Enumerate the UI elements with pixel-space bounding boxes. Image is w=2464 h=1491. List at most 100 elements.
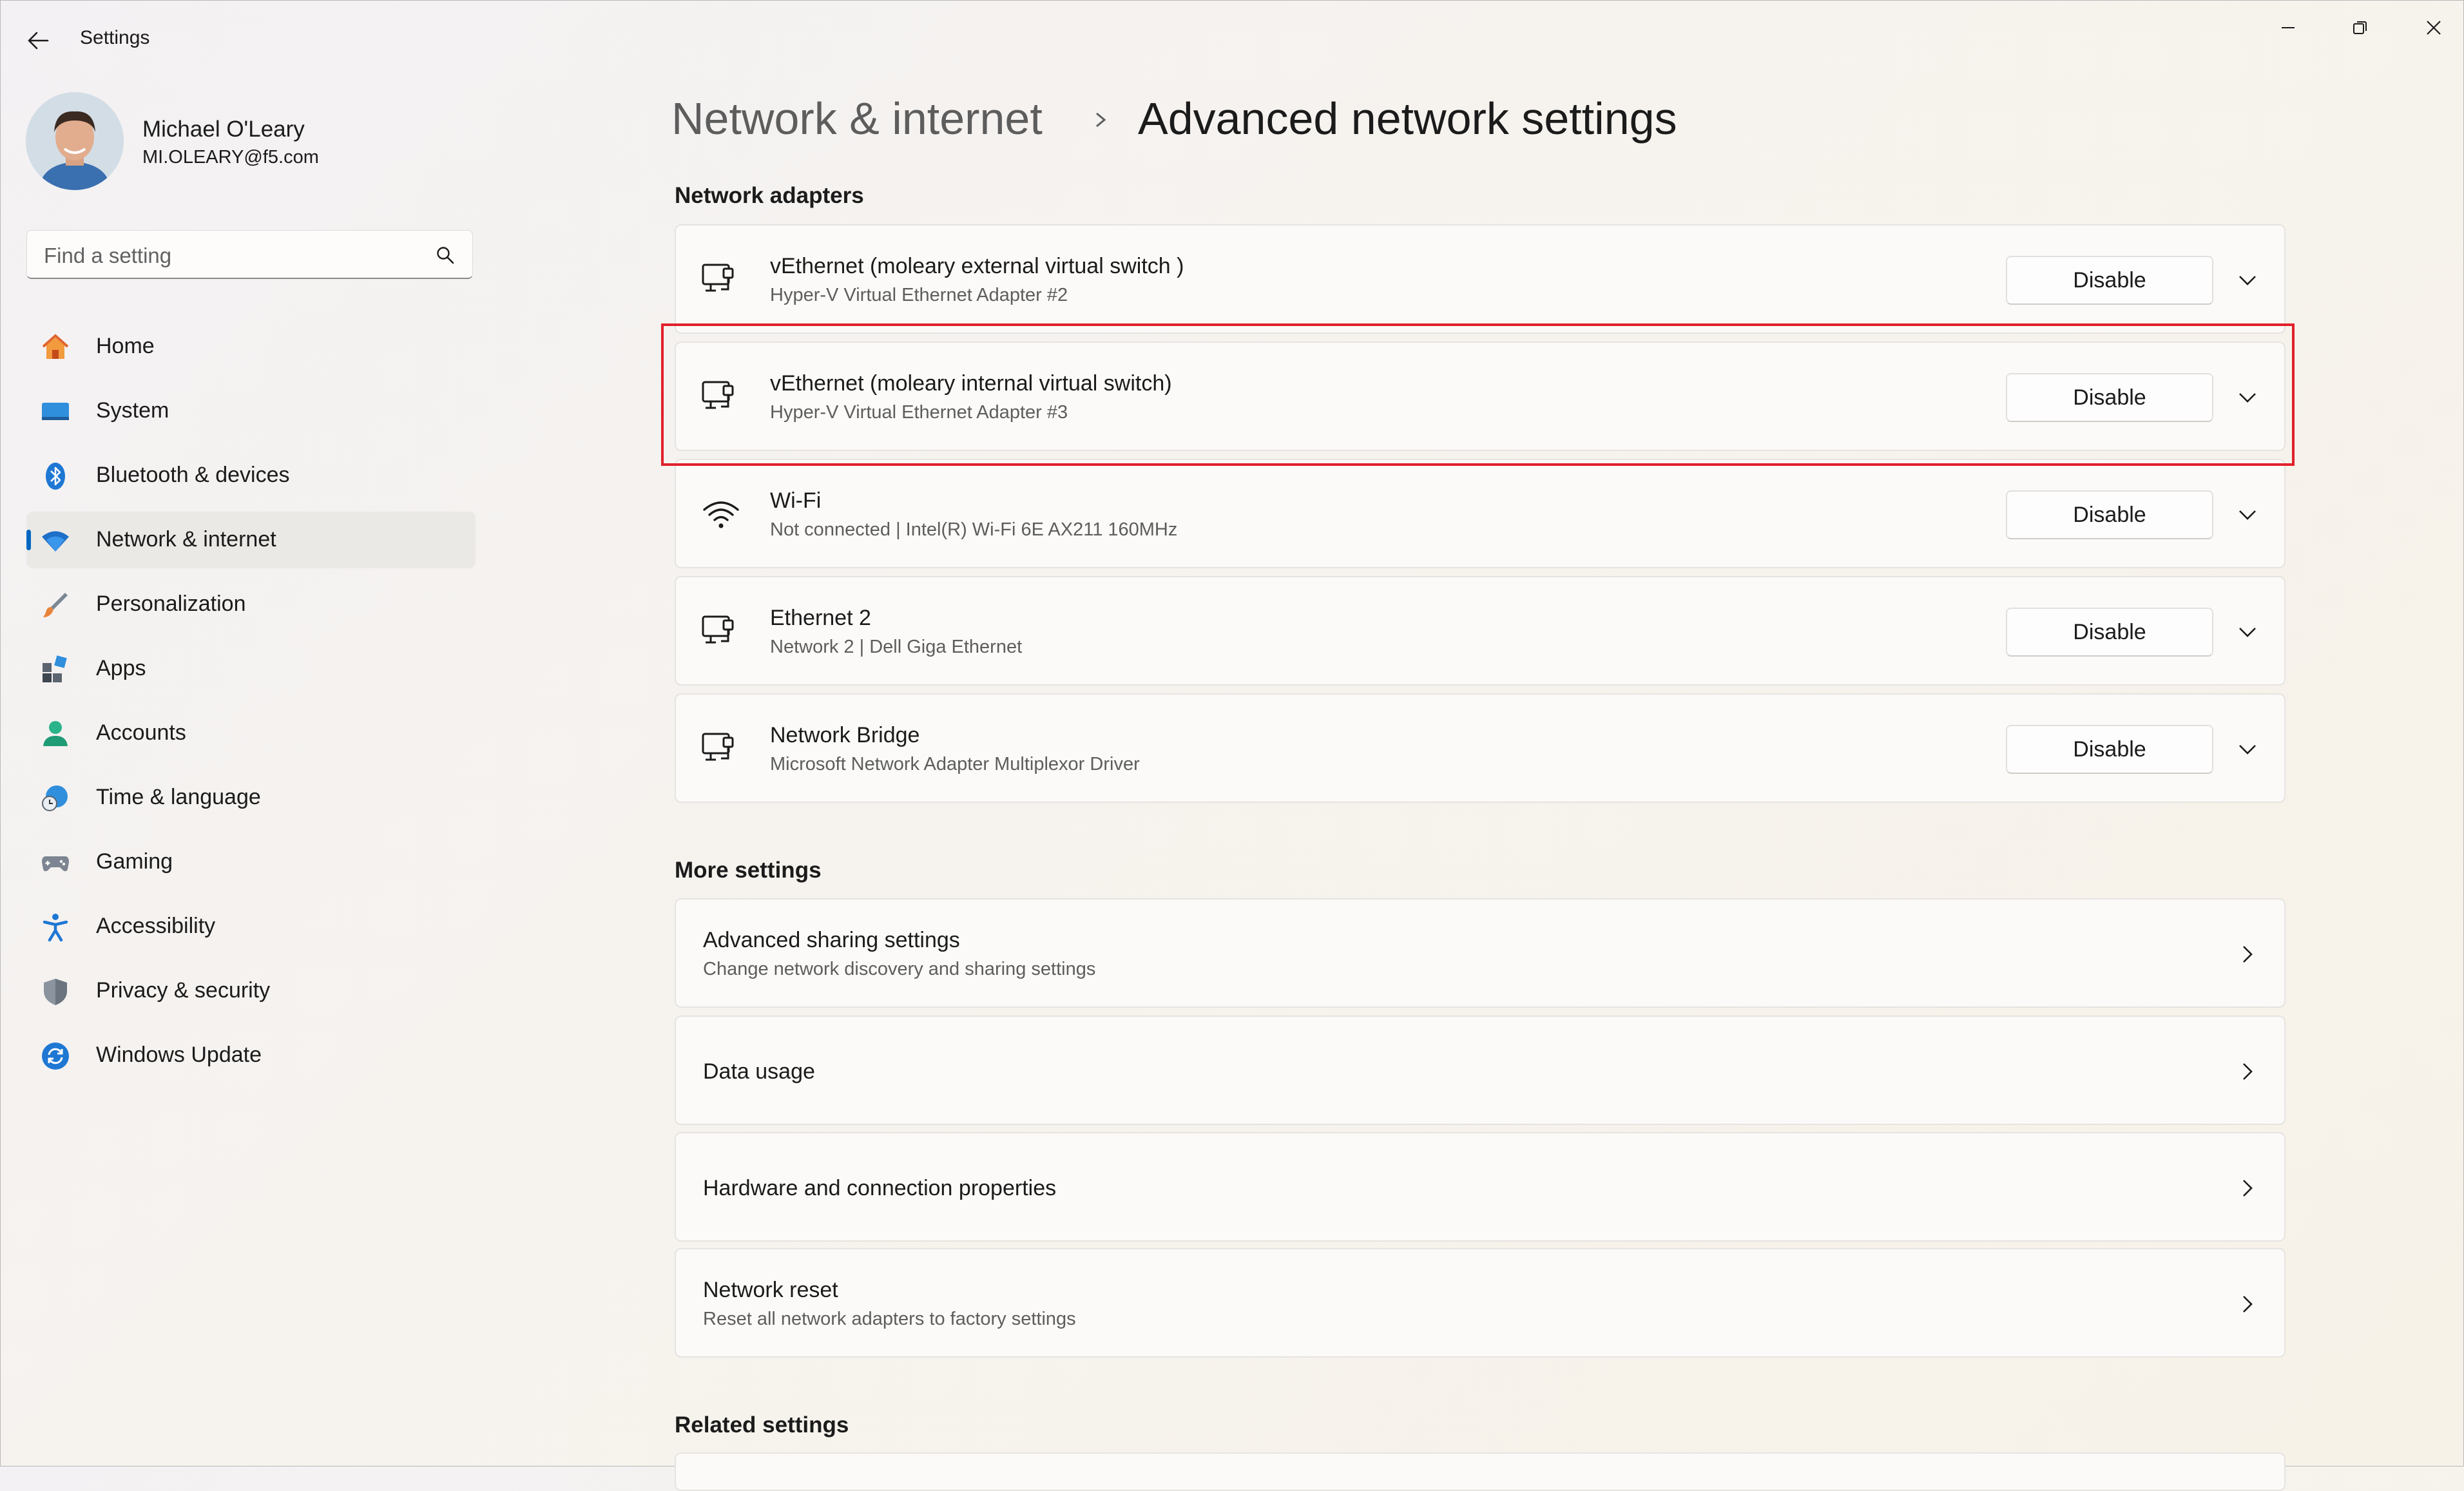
adapter-card[interactable]: Ethernet 2 Network 2 | Dell Giga Etherne… xyxy=(675,576,2286,686)
setting-hardware-properties[interactable]: Hardware and connection properties xyxy=(675,1132,2286,1242)
chevron-right-icon xyxy=(2243,1063,2253,1080)
section-title-more-settings: More settings xyxy=(675,858,822,883)
setting-title: Advanced sharing settings xyxy=(703,928,960,952)
apps-icon xyxy=(41,655,70,684)
related-settings-card[interactable] xyxy=(675,1452,2286,1491)
expand-button[interactable] xyxy=(2230,732,2265,767)
adapter-name: vEthernet (moleary external virtual swit… xyxy=(770,254,1184,278)
close-button[interactable] xyxy=(2405,10,2463,45)
back-button[interactable] xyxy=(21,23,55,58)
adapter-description: Not connected | Intel(R) Wi-Fi 6E AX211 … xyxy=(770,519,1178,540)
app-title: Settings xyxy=(80,27,150,48)
sidebar-item-apps[interactable]: Apps xyxy=(26,640,476,697)
disable-button[interactable]: Disable xyxy=(2006,373,2213,422)
restore-icon xyxy=(2353,21,2367,34)
navigate-button[interactable] xyxy=(2231,1055,2264,1088)
sidebar-item-label: Accounts xyxy=(96,720,186,745)
sidebar-item-windows-update[interactable]: Windows Update xyxy=(26,1027,476,1084)
back-arrow-icon xyxy=(28,32,49,50)
gamepad-icon xyxy=(41,848,70,878)
title-bar: Settings xyxy=(0,0,2464,77)
globe-clock-icon xyxy=(41,784,70,813)
disable-button[interactable]: Disable xyxy=(2006,490,2213,539)
expand-button[interactable] xyxy=(2230,497,2265,532)
adapter-description: Network 2 | Dell Giga Ethernet xyxy=(770,637,1023,657)
adapter-name: Ethernet 2 xyxy=(770,606,871,630)
sidebar-item-network[interactable]: Network & internet xyxy=(26,512,476,568)
adapter-card[interactable]: Wi-Fi Not connected | Intel(R) Wi-Fi 6E … xyxy=(675,459,2286,568)
sidebar-item-label: Personalization xyxy=(96,592,246,616)
sidebar-item-privacy-security[interactable]: Privacy & security xyxy=(26,963,476,1019)
adapter-name: vEthernet (moleary internal virtual swit… xyxy=(770,371,1172,396)
navigate-button[interactable] xyxy=(2231,1288,2264,1320)
restore-button[interactable] xyxy=(2331,10,2389,45)
adapter-name: Wi-Fi xyxy=(770,488,822,513)
adapter-name: Network Bridge xyxy=(770,723,920,747)
sidebar-item-bluetooth[interactable]: Bluetooth & devices xyxy=(26,447,476,504)
sidebar-item-label: Windows Update xyxy=(96,1043,262,1067)
navigate-button[interactable] xyxy=(2231,1172,2264,1204)
chevron-down-icon xyxy=(2239,745,2256,755)
chevron-down-icon xyxy=(2239,393,2256,403)
brush-icon xyxy=(41,590,70,620)
adapter-description: Microsoft Network Adapter Multiplexor Dr… xyxy=(770,754,1140,774)
avatar[interactable] xyxy=(26,92,124,190)
sidebar-item-accounts[interactable]: Accounts xyxy=(26,705,476,762)
setting-data-usage[interactable]: Data usage xyxy=(675,1015,2286,1125)
sidebar-item-label: Home xyxy=(96,334,155,358)
minimize-icon xyxy=(2282,27,2295,28)
chevron-right-icon xyxy=(2243,1180,2253,1197)
sidebar-item-label: System xyxy=(96,398,169,423)
sidebar-item-gaming[interactable]: Gaming xyxy=(26,834,476,890)
section-title-related-settings: Related settings xyxy=(675,1412,849,1438)
chevron-right-icon xyxy=(1096,112,1106,128)
sidebar-item-label: Bluetooth & devices xyxy=(96,463,290,487)
adapter-card[interactable]: vEthernet (moleary internal virtual swit… xyxy=(675,341,2286,451)
wifi-icon xyxy=(703,501,739,528)
sidebar-item-label: Time & language xyxy=(96,785,261,809)
ethernet-adapter-icon xyxy=(702,733,734,761)
expand-button[interactable] xyxy=(2230,380,2265,415)
sidebar-item-home[interactable]: Home xyxy=(26,318,476,375)
setting-network-reset[interactable]: Network reset Reset all network adapters… xyxy=(675,1248,2286,1358)
close-icon xyxy=(2427,21,2441,35)
setting-title: Hardware and connection properties xyxy=(703,1176,1057,1200)
sidebar-item-label: Accessibility xyxy=(96,914,216,938)
expand-button[interactable] xyxy=(2230,615,2265,649)
system-icon xyxy=(41,397,70,427)
ethernet-adapter-icon xyxy=(702,381,734,409)
adapter-card[interactable]: Network Bridge Microsoft Network Adapter… xyxy=(675,693,2286,803)
user-photo xyxy=(26,92,124,190)
minimize-button[interactable] xyxy=(2259,10,2317,45)
ethernet-adapter-icon xyxy=(702,264,734,292)
adapter-card[interactable]: vEthernet (moleary external virtual swit… xyxy=(675,224,2286,334)
sidebar-item-accessibility[interactable]: Accessibility xyxy=(26,898,476,955)
navigate-button[interactable] xyxy=(2231,938,2264,970)
sidebar-item-label: Apps xyxy=(96,656,146,680)
section-title-adapters: Network adapters xyxy=(675,183,864,208)
disable-button[interactable]: Disable xyxy=(2006,256,2213,305)
page-title: Advanced network settings xyxy=(1138,93,1677,144)
sidebar-item-personalization[interactable]: Personalization xyxy=(26,576,476,633)
accessibility-icon xyxy=(41,912,70,942)
search-icon[interactable] xyxy=(435,245,456,265)
search-input[interactable]: Find a setting xyxy=(26,230,473,279)
update-icon xyxy=(41,1041,70,1071)
breadcrumb-parent[interactable]: Network & internet xyxy=(671,93,1043,144)
disable-button[interactable]: Disable xyxy=(2006,608,2213,657)
search-placeholder: Find a setting xyxy=(44,244,172,267)
sidebar-item-system[interactable]: System xyxy=(26,383,476,439)
selection-indicator xyxy=(26,530,31,550)
setting-description: Change network discovery and sharing set… xyxy=(703,959,1096,979)
setting-description: Reset all network adapters to factory se… xyxy=(703,1309,1076,1329)
disable-button[interactable]: Disable xyxy=(2006,725,2213,774)
user-name: Michael O'Leary xyxy=(142,117,305,142)
expand-button[interactable] xyxy=(2230,263,2265,298)
accounts-icon xyxy=(41,719,70,749)
chevron-down-icon xyxy=(2239,276,2256,285)
adapter-description: Hyper-V Virtual Ethernet Adapter #3 xyxy=(770,402,1068,423)
setting-advanced-sharing[interactable]: Advanced sharing settings Change network… xyxy=(675,898,2286,1008)
user-email: MI.OLEARY@f5.com xyxy=(142,147,319,168)
ethernet-adapter-icon xyxy=(702,615,734,644)
sidebar-item-time-language[interactable]: Time & language xyxy=(26,769,476,826)
